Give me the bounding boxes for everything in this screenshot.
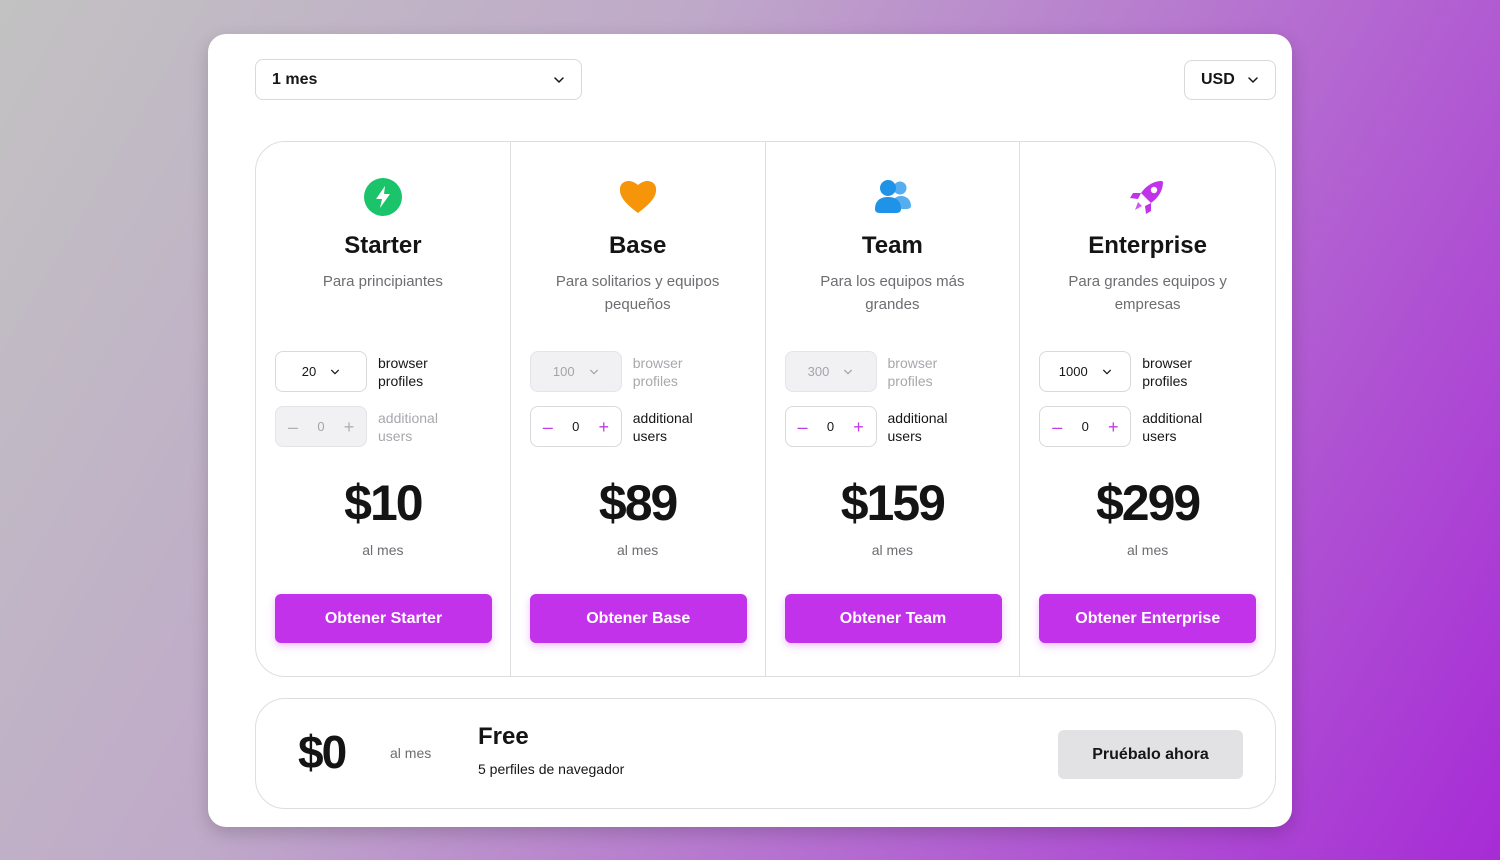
lightning-icon [363, 177, 403, 217]
free-plan-name: Free [478, 723, 529, 750]
additional-users-label: additional users [887, 409, 948, 444]
browser-profiles-label: browser profiles [632, 354, 683, 389]
free-plan-description: 5 perfiles de navegador [478, 761, 625, 777]
additional-users-label: additional users [1142, 409, 1203, 444]
plan-period: al mes [362, 542, 404, 558]
plan-period: al mes [617, 542, 659, 558]
plan-price: $159 [840, 475, 946, 531]
plan-name: Enterprise [1088, 232, 1207, 259]
get-starter-button[interactable]: Obtener Starter [275, 594, 492, 643]
additional-users-stepper[interactable]: – 0 + [275, 406, 367, 447]
additional-users-label: additional users [632, 409, 693, 444]
plan-price: $10 [344, 475, 423, 531]
browser-profiles-value: 1000 [1058, 364, 1088, 379]
minus-icon[interactable]: – [541, 418, 555, 436]
plan-name: Team [861, 232, 923, 259]
users-icon [873, 177, 913, 217]
get-enterprise-button[interactable]: Obtener Enterprise [1039, 594, 1257, 643]
browser-profiles-value: 20 [301, 364, 317, 379]
plus-icon[interactable]: + [597, 418, 611, 436]
currency-select[interactable]: USD [1184, 60, 1276, 100]
plus-icon[interactable]: + [342, 418, 356, 436]
currency-select-value: USD [1201, 71, 1235, 88]
plan-base: Base Para solitarios y equipos pequeños … [511, 142, 766, 676]
chevron-down-icon [1247, 74, 1259, 86]
plan-price: $299 [1096, 475, 1201, 531]
try-now-button[interactable]: Pruébalo ahora [1058, 730, 1243, 779]
browser-profiles-value: 300 [807, 364, 830, 379]
minus-icon[interactable]: – [1050, 418, 1064, 436]
chevron-down-icon [553, 74, 565, 86]
period-select-value: 1 mes [272, 70, 318, 88]
free-plan-banner: $0 al mes Free 5 perfiles de navegador P… [255, 698, 1276, 809]
plan-starter: Starter Para principiantes 20 browser pr… [256, 142, 511, 676]
minus-icon[interactable]: – [286, 418, 300, 436]
browser-profiles-select[interactable]: 300 [784, 351, 877, 392]
free-plan-period: al mes [390, 745, 432, 761]
plan-team: Team Para los equipos más grandes 300 br… [766, 142, 1021, 676]
plan-period: al mes [871, 542, 913, 558]
plan-name: Starter [344, 232, 422, 259]
plus-icon[interactable]: + [1106, 418, 1120, 436]
heart-icon [618, 177, 658, 217]
browser-profiles-label: browser profiles [1142, 354, 1193, 389]
chevron-down-icon [1102, 367, 1112, 377]
additional-users-stepper[interactable]: – 0 + [1039, 406, 1132, 447]
plan-description: Para grandes equipos y empresas [1068, 273, 1227, 313]
plan-description: Para los equipos más grandes [820, 273, 965, 313]
browser-profiles-select[interactable]: 100 [529, 351, 622, 392]
additional-users-value: 0 [317, 419, 325, 434]
plan-price: $89 [598, 475, 678, 531]
rocket-icon [1127, 177, 1167, 217]
plus-icon[interactable]: + [851, 418, 865, 436]
browser-profiles-label: browser profiles [887, 354, 938, 389]
plan-description: Para solitarios y equipos pequeños [555, 273, 720, 313]
browser-profiles-value: 100 [552, 364, 575, 379]
minus-icon[interactable]: – [796, 418, 810, 436]
browser-profiles-label: browser profiles [378, 354, 428, 389]
additional-users-stepper[interactable]: – 0 + [784, 406, 877, 447]
plans-grid: Starter Para principiantes 20 browser pr… [255, 141, 1276, 677]
plan-period: al mes [1127, 542, 1169, 558]
plan-description: Para principiantes [322, 273, 443, 290]
plan-enterprise: Enterprise Para grandes equipos y empres… [1020, 142, 1275, 676]
pricing-card: 1 mes USD Starter Para principiantes 20 [208, 34, 1292, 827]
additional-users-stepper[interactable]: – 0 + [529, 406, 622, 447]
additional-users-value: 0 [572, 419, 580, 434]
additional-users-label: additional users [378, 409, 438, 444]
plan-name: Base [608, 232, 667, 259]
chevron-down-icon [843, 367, 853, 377]
browser-profiles-select[interactable]: 1000 [1039, 351, 1132, 392]
chevron-down-icon [589, 367, 599, 377]
chevron-down-icon [330, 367, 340, 377]
browser-profiles-select[interactable]: 20 [275, 351, 367, 392]
period-select[interactable]: 1 mes [255, 59, 582, 100]
get-team-button[interactable]: Obtener Team [784, 594, 1002, 643]
get-base-button[interactable]: Obtener Base [529, 594, 747, 643]
free-plan-price: $0 [298, 726, 347, 778]
additional-users-value: 0 [1081, 419, 1089, 434]
additional-users-value: 0 [826, 419, 835, 434]
